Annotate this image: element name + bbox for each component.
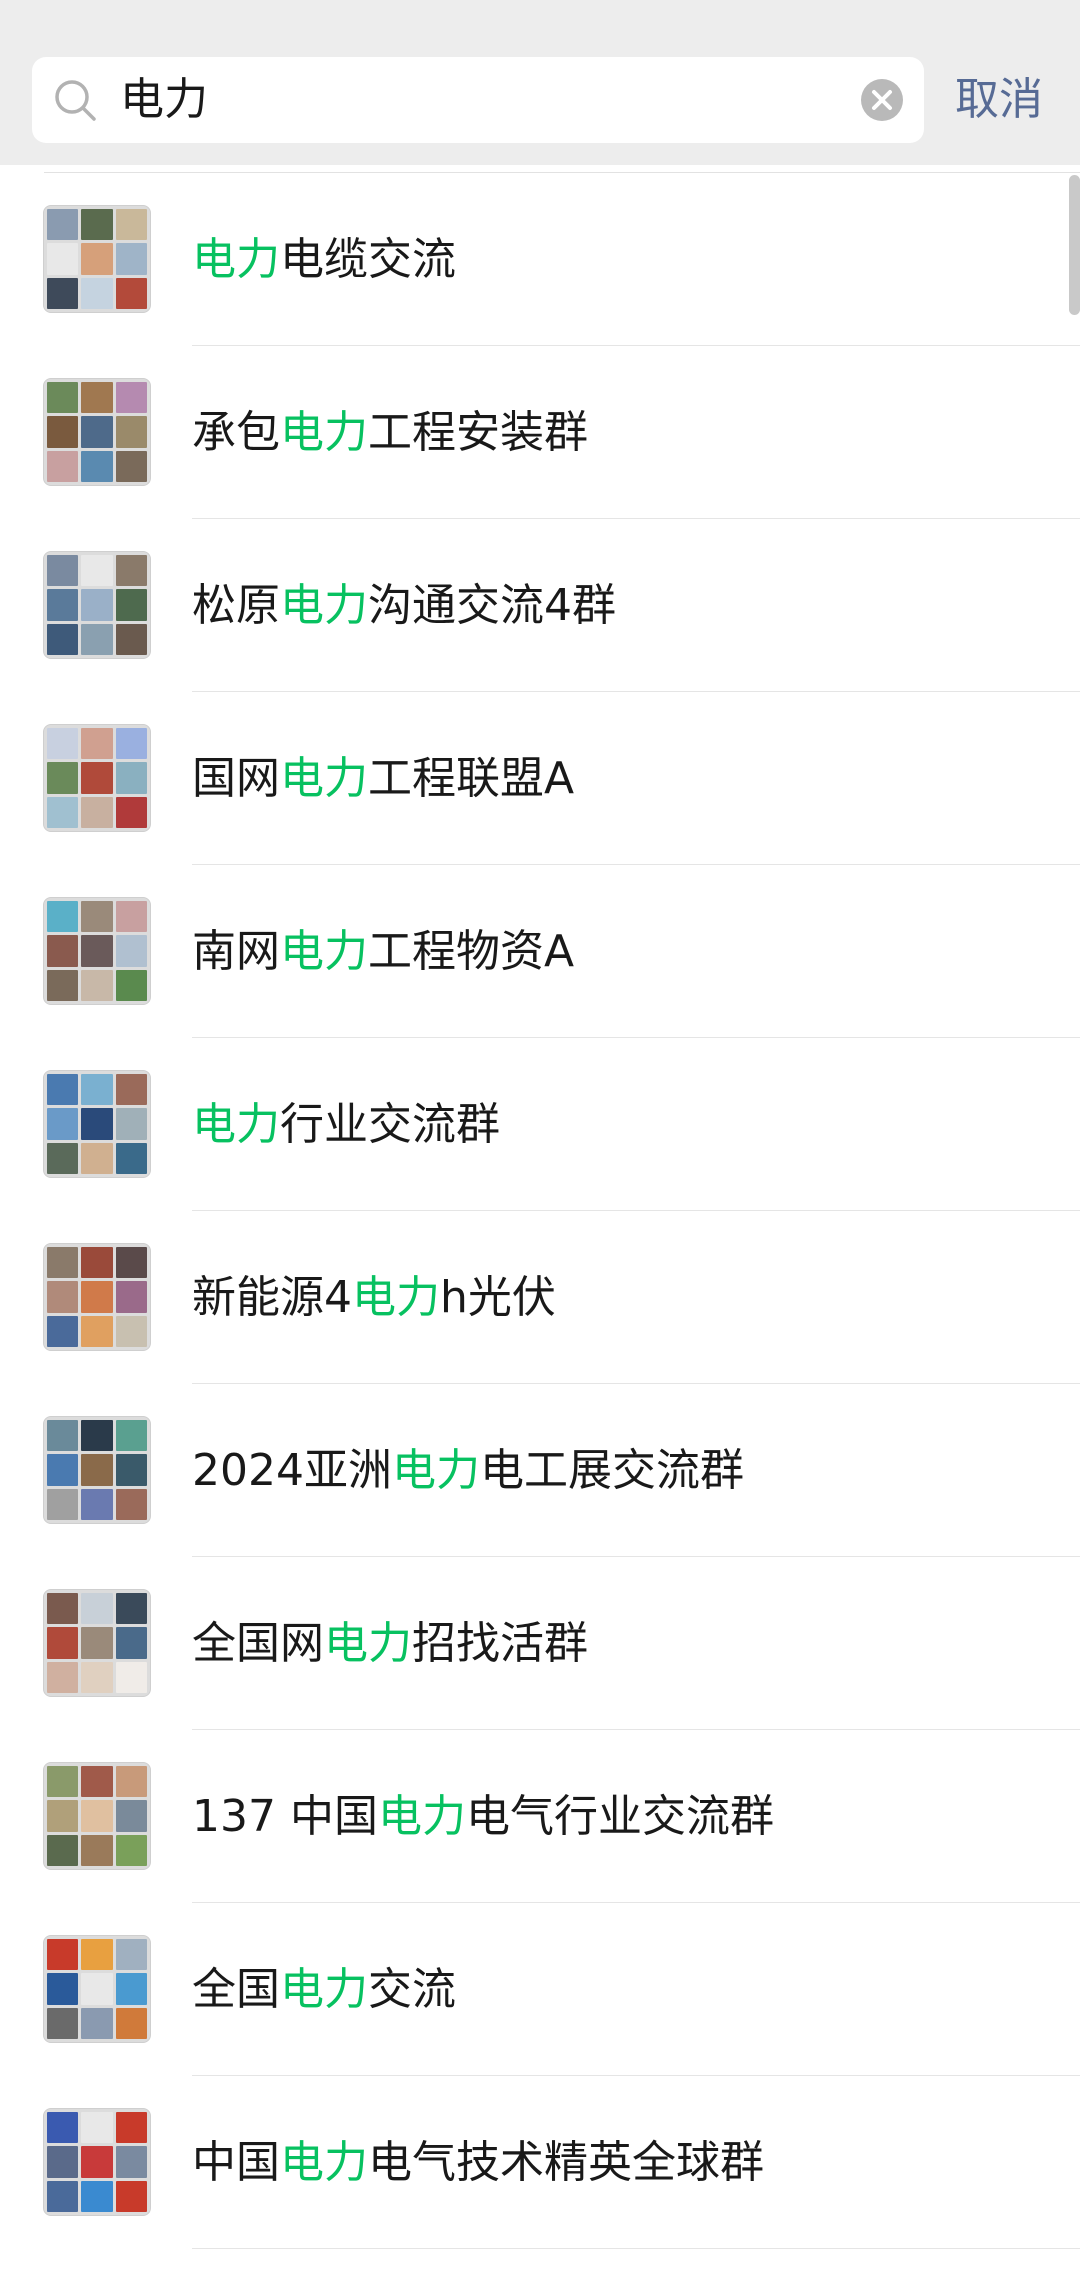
match-highlight: 电力 — [192, 1099, 280, 1150]
group-name: 全国电力交流 — [192, 1903, 456, 2076]
group-name-prefix: 2024亚洲 — [192, 1445, 392, 1496]
list-item[interactable]: 承包电力工程安装群 — [0, 346, 1080, 519]
search-header: 电力 取消 — [0, 0, 1080, 165]
list-item[interactable]: 电力电缆交流 — [0, 173, 1080, 346]
match-highlight: 电力 — [280, 580, 368, 631]
group-avatar — [43, 1416, 151, 1524]
list-item[interactable]: 电力行业交流群 — [0, 1038, 1080, 1211]
match-highlight: 电力 — [192, 234, 280, 285]
group-name: 松原电力沟通交流4群 — [192, 519, 616, 692]
group-name-suffix: 工程联盟A — [368, 753, 575, 804]
group-avatar — [43, 1243, 151, 1351]
group-name: 2024亚洲电力电工展交流群 — [192, 1384, 744, 1557]
group-name-prefix: 全国网 — [192, 1618, 324, 1669]
clear-icon[interactable] — [860, 78, 904, 122]
results-list[interactable]: 电力电缆交流 承包电力工程安装群 松原电力沟通交流4群 国网电力工程联盟A 南网电力工程… — [0, 173, 1080, 2249]
group-name-prefix: 中国 — [192, 2137, 280, 2188]
group-avatar — [43, 1762, 151, 1870]
group-avatar — [43, 897, 151, 1005]
list-item[interactable]: 南网电力工程物资A — [0, 865, 1080, 1038]
search-query[interactable]: 电力 — [120, 57, 208, 143]
match-highlight: 电力 — [280, 2137, 368, 2188]
group-name-prefix: 新能源4 — [192, 1272, 352, 1323]
group-name-prefix: 全国 — [192, 1964, 280, 2015]
group-avatar — [43, 551, 151, 659]
scrollbar[interactable] — [1069, 175, 1080, 315]
group-name-prefix: 承包 — [192, 407, 280, 458]
group-name: 137 中国电力电气行业交流群 — [192, 1730, 774, 1903]
group-name-suffix: 工程安装群 — [368, 407, 588, 458]
match-highlight: 电力 — [280, 926, 368, 977]
group-avatar — [43, 724, 151, 832]
group-name: 电力电缆交流 — [192, 173, 456, 346]
group-avatar — [43, 1070, 151, 1178]
group-name-suffix: 行业交流群 — [280, 1099, 500, 1150]
match-highlight: 电力 — [352, 1272, 440, 1323]
row-divider — [192, 2248, 1080, 2249]
group-name: 新能源4电力h光伏 — [192, 1211, 556, 1384]
list-item[interactable]: 国网电力工程联盟A — [0, 692, 1080, 865]
group-name-suffix: 电气行业交流群 — [465, 1791, 774, 1842]
group-name: 电力行业交流群 — [192, 1038, 500, 1211]
group-name-prefix: 137 中国 — [192, 1791, 378, 1842]
group-avatar — [43, 205, 151, 313]
list-item[interactable]: 137 中国电力电气行业交流群 — [0, 1730, 1080, 1903]
group-name: 国网电力工程联盟A — [192, 692, 574, 865]
list-item[interactable]: 全国网电力招找活群 — [0, 1557, 1080, 1730]
group-name-suffix: 沟通交流4群 — [368, 580, 616, 631]
list-item[interactable]: 松原电力沟通交流4群 — [0, 519, 1080, 692]
group-name-suffix: 电气技术精英全球群 — [368, 2137, 764, 2188]
match-highlight: 电力 — [280, 1964, 368, 2015]
group-name-suffix: 电缆交流 — [280, 234, 456, 285]
group-name: 南网电力工程物资A — [192, 865, 574, 1038]
list-item[interactable]: 全国电力交流 — [0, 1903, 1080, 2076]
group-name: 全国网电力招找活群 — [192, 1557, 588, 1730]
match-highlight: 电力 — [280, 753, 368, 804]
group-name-suffix: 电工展交流群 — [479, 1445, 744, 1496]
cancel-button[interactable]: 取消 — [955, 57, 1043, 143]
match-highlight: 电力 — [377, 1791, 466, 1842]
search-input[interactable]: 电力 — [32, 57, 924, 143]
group-name-prefix: 南网 — [192, 926, 280, 977]
group-name: 承包电力工程安装群 — [192, 346, 588, 519]
list-item[interactable]: 中国电力电气技术精英全球群 — [0, 2076, 1080, 2249]
group-avatar — [43, 2108, 151, 2216]
match-highlight: 电力 — [324, 1618, 412, 1669]
list-item[interactable]: 新能源4电力h光伏 — [0, 1211, 1080, 1384]
match-highlight: 电力 — [391, 1445, 480, 1496]
group-name-suffix: 交流 — [368, 1964, 456, 2015]
group-name-suffix: 工程物资A — [368, 926, 575, 977]
group-name-suffix: 招找活群 — [412, 1618, 588, 1669]
group-name-prefix: 国网 — [192, 753, 280, 804]
group-name-suffix: h光伏 — [440, 1272, 556, 1323]
group-name: 中国电力电气技术精英全球群 — [192, 2076, 764, 2249]
list-item[interactable]: 2024亚洲电力电工展交流群 — [0, 1384, 1080, 1557]
group-avatar — [43, 1935, 151, 2043]
search-icon — [55, 80, 96, 121]
match-highlight: 电力 — [280, 407, 368, 458]
group-name-prefix: 松原 — [192, 580, 280, 631]
group-avatar — [43, 378, 151, 486]
group-avatar — [43, 1589, 151, 1697]
